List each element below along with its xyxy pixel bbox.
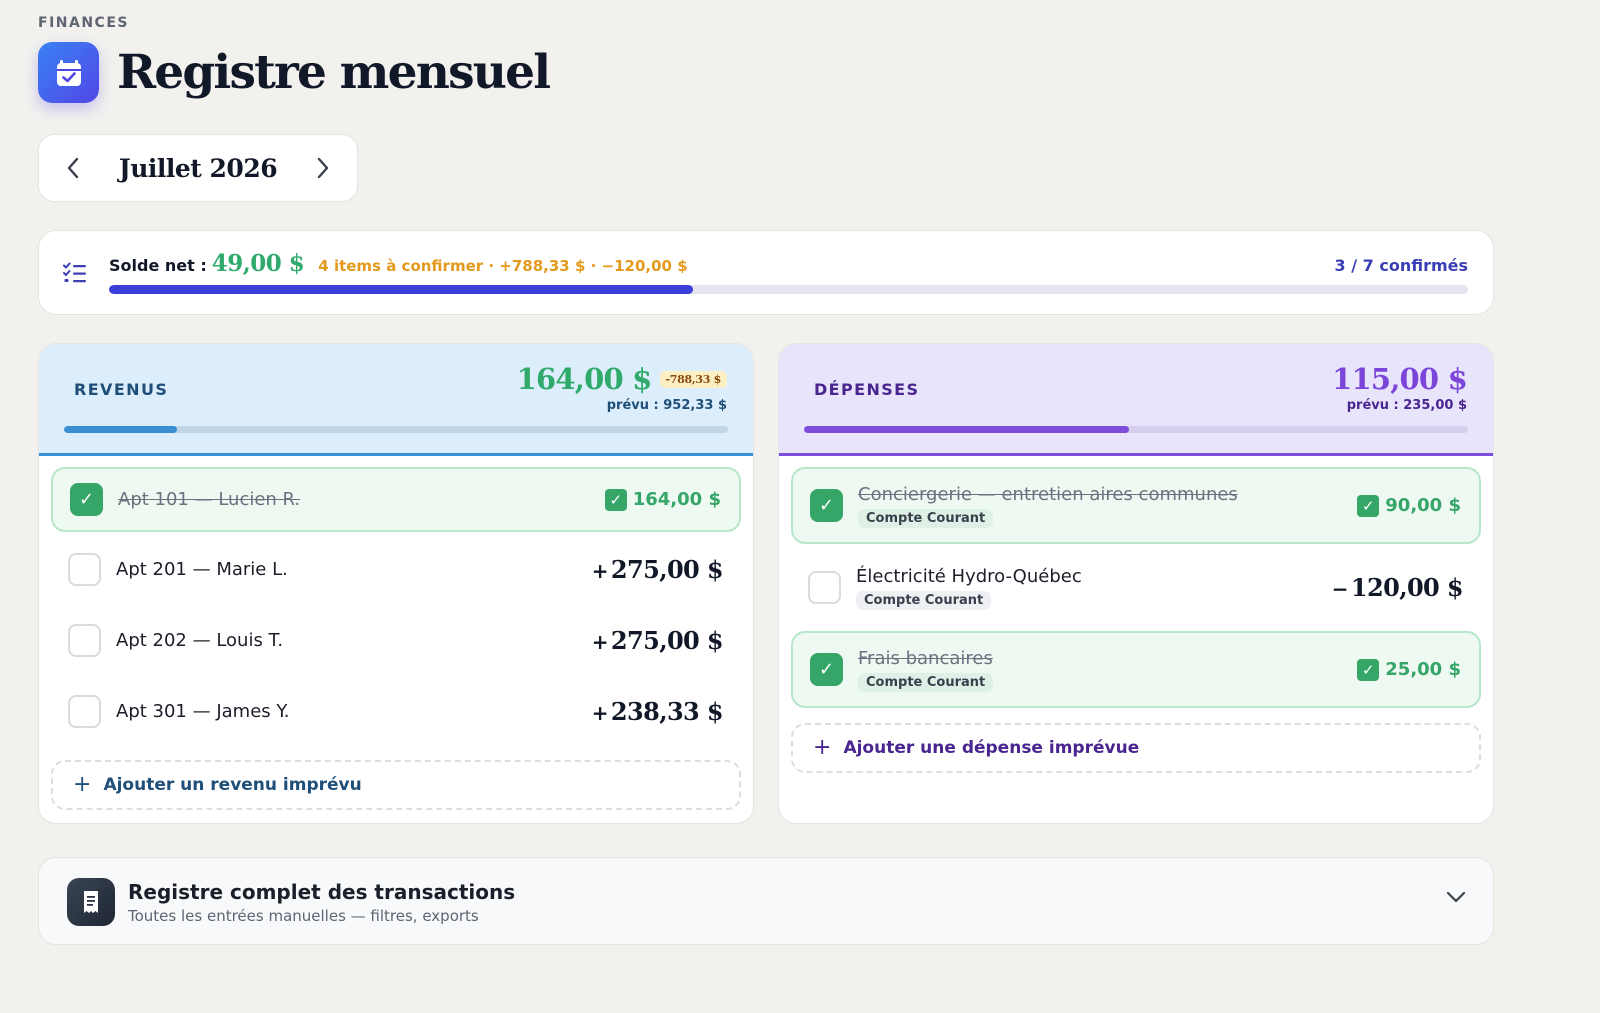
item-amount: 90,00 $: [1385, 495, 1461, 516]
current-month-label: Juillet 2026: [118, 153, 278, 183]
summary-card: Solde net : 49,00 $ 4 items à confirmer …: [38, 230, 1494, 315]
revenus-item[interactable]: Apt 301 — James Y. +238,33 $: [51, 678, 741, 745]
net-balance-value: 49,00 $: [211, 250, 305, 277]
item-amount-confirmed: ✓ 90,00 $: [1357, 494, 1461, 517]
depenses-total: 115,00 $: [1332, 362, 1468, 396]
depenses-item[interactable]: ✓ Frais bancaires Compte Courant ✓ 25,00…: [791, 631, 1481, 708]
item-amount: +275,00 $: [591, 626, 724, 655]
section-label: FINANCES: [38, 15, 129, 31]
unchecked-checkbox[interactable]: [68, 624, 101, 657]
depenses-title: DÉPENSES: [814, 380, 920, 399]
add-revenue-button[interactable]: + Ajouter un revenu imprévu: [51, 760, 741, 810]
unchecked-checkbox[interactable]: [68, 695, 101, 728]
depenses-panel: DÉPENSES 115,00 $ prévu : 235,00 $ ✓ Con…: [778, 343, 1494, 824]
item-amount-confirmed: ✓ 164,00 $: [604, 488, 721, 511]
revenus-total: 164,00 $: [516, 362, 653, 396]
item-name: Conciergerie — entretien aires communes: [858, 483, 1238, 505]
revenus-progress-bar: [64, 426, 728, 433]
revenus-item[interactable]: Apt 201 — Marie L. +275,00 $: [51, 536, 741, 603]
item-amount: −120,00 $: [1331, 573, 1464, 602]
item-amount: +238,33 $: [591, 697, 724, 726]
amount-value: 275,00 $: [610, 626, 724, 655]
plus-icon: +: [813, 735, 832, 760]
add-revenue-label: Ajouter un revenu imprévu: [103, 775, 362, 795]
receipt-icon: [67, 878, 115, 926]
amount-sign: +: [591, 701, 609, 725]
revenus-delta-badge: -788,33 $: [659, 370, 727, 388]
account-tag: Compte Courant: [856, 590, 992, 610]
revenus-item[interactable]: Apt 202 — Louis T. +275,00 $: [51, 607, 741, 674]
checked-checkbox[interactable]: ✓: [810, 489, 843, 522]
chevron-right-icon: [317, 157, 329, 179]
add-expense-button[interactable]: + Ajouter une dépense imprévue: [791, 723, 1481, 773]
check-mark-icon: ✓: [1357, 494, 1380, 517]
revenus-header: REVENUS 164,00 $ -788,33 $ prévu : 952,3…: [39, 344, 753, 456]
item-amount: 25,00 $: [1385, 659, 1461, 680]
net-balance-label: Solde net :: [109, 256, 207, 275]
check-mark-icon: ✓: [604, 488, 627, 511]
add-expense-label: Ajouter une dépense imprévue: [843, 738, 1140, 758]
amount-value: 120,00 $: [1350, 573, 1464, 602]
previous-month-button[interactable]: [61, 156, 85, 180]
depenses-progress-fill: [804, 426, 1130, 433]
plus-icon: +: [73, 772, 92, 797]
item-name: Électricité Hydro-Québec: [856, 565, 1082, 587]
chevron-down-icon: [1446, 891, 1466, 903]
item-name: Apt 101 — Lucien R.: [118, 489, 301, 510]
confirmed-count: 3 / 7 confirmés: [1334, 256, 1468, 275]
amount-sign: +: [591, 630, 609, 654]
unchecked-checkbox[interactable]: [68, 553, 101, 586]
checklist-icon: [63, 262, 86, 283]
unchecked-checkbox[interactable]: [808, 571, 841, 604]
check-mark-icon: ✓: [1357, 658, 1380, 681]
revenus-progress-fill: [64, 426, 177, 433]
pending-items-text: 4 items à confirmer · +788,33 $ · −120,0…: [318, 257, 688, 275]
depenses-item[interactable]: Électricité Hydro-Québec Compte Courant …: [791, 549, 1481, 626]
page-title: Registre mensuel: [117, 45, 551, 100]
month-picker: Juillet 2026: [38, 134, 358, 202]
item-name: Frais bancaires: [858, 647, 993, 669]
registry-subtitle: Toutes les entrées manuelles — filtres, …: [128, 907, 479, 925]
amount-value: 275,00 $: [610, 555, 724, 584]
item-amount: +275,00 $: [591, 555, 724, 584]
chevron-left-icon: [67, 157, 79, 179]
revenus-title: REVENUS: [74, 380, 169, 399]
account-tag: Compte Courant: [858, 508, 994, 528]
registry-title: Registre complet des transactions: [128, 880, 516, 904]
amount-value: 238,33 $: [610, 697, 724, 726]
item-name: Apt 301 — James Y.: [116, 701, 290, 722]
calendar-check-icon: [38, 42, 99, 103]
depenses-forecast: prévu : 235,00 $: [1346, 398, 1467, 413]
item-amount: 164,00 $: [632, 489, 721, 510]
depenses-progress-bar: [804, 426, 1468, 433]
checked-checkbox[interactable]: ✓: [810, 653, 843, 686]
confirmation-progress-fill: [109, 285, 694, 294]
transaction-registry-toggle[interactable]: Registre complet des transactions Toutes…: [38, 857, 1494, 945]
revenus-forecast: prévu : 952,33 $: [606, 398, 727, 413]
confirmation-progress-bar: [109, 285, 1468, 294]
account-tag: Compte Courant: [858, 672, 994, 692]
next-month-button[interactable]: [311, 156, 335, 180]
depenses-header: DÉPENSES 115,00 $ prévu : 235,00 $: [779, 344, 1493, 456]
depenses-item[interactable]: ✓ Conciergerie — entretien aires commune…: [791, 467, 1481, 544]
amount-sign: +: [591, 559, 609, 583]
item-name: Apt 202 — Louis T.: [116, 630, 284, 651]
checked-checkbox[interactable]: ✓: [70, 483, 103, 516]
item-name: Apt 201 — Marie L.: [116, 559, 288, 580]
revenus-item[interactable]: ✓ Apt 101 — Lucien R. ✓ 164,00 $: [51, 467, 741, 532]
item-amount-confirmed: ✓ 25,00 $: [1357, 658, 1461, 681]
amount-sign: −: [1331, 577, 1349, 601]
revenus-panel: REVENUS 164,00 $ -788,33 $ prévu : 952,3…: [38, 343, 754, 824]
